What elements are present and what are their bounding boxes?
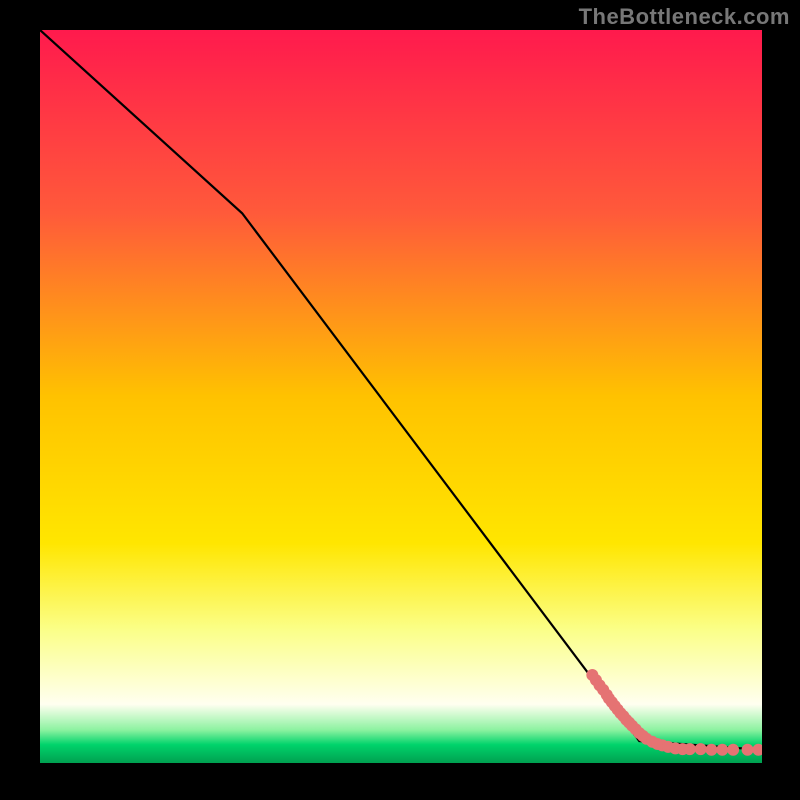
watermark-text: TheBottleneck.com (579, 4, 790, 30)
sample-point (695, 743, 707, 755)
bottleneck-chart (40, 30, 762, 763)
sample-point (716, 744, 728, 756)
sample-point (727, 744, 739, 756)
gradient-background (40, 30, 762, 763)
sample-point (684, 743, 696, 755)
sample-point (742, 744, 754, 756)
sample-point (705, 744, 717, 756)
chart-frame: TheBottleneck.com (0, 0, 800, 800)
